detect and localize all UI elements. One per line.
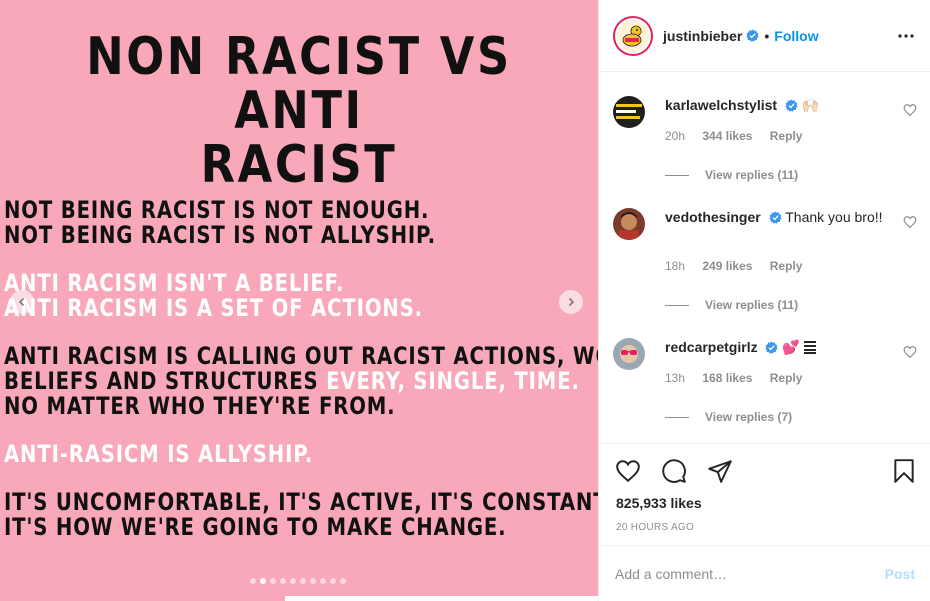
image-paragraph-4: ANTI-RASICM IS ALLYSHIP.: [4, 442, 496, 467]
carousel-prev-button[interactable]: [10, 290, 34, 314]
post-timestamp[interactable]: 20 HOURS AGO: [616, 522, 694, 533]
bookmark-save-icon[interactable]: [891, 458, 917, 484]
chevron-right-icon: [568, 297, 575, 307]
avatar-in-defense-icon: [613, 96, 645, 128]
post-actions: 825,933 likes 20 HOURS AGO: [599, 443, 930, 545]
comment-text: 🙌🏻: [801, 97, 820, 113]
commenter-username[interactable]: karlawelchstylist: [665, 97, 777, 113]
image-paragraph-3: ANTI RACISM IS CALLING OUT RACIST ACTION…: [4, 342, 598, 420]
more-options-icon: [898, 34, 914, 38]
bars-emoji-icon: [803, 341, 816, 354]
avatar-photo-icon: [613, 208, 645, 240]
carousel-dot: [300, 578, 306, 584]
image-line: NO MATTER WHO THEY'RE FROM.: [4, 392, 396, 420]
image-line: ANTI RACISM ISN'T A BELIEF.: [4, 269, 345, 297]
commenter-avatar[interactable]: [613, 338, 645, 370]
verified-badge-icon: [769, 211, 782, 224]
image-title: NON RACIST VS ANTI RACIST: [42, 30, 556, 192]
like-heart-icon[interactable]: [615, 458, 641, 484]
chevron-left-icon: [18, 297, 25, 307]
image-line: ANTI RACISM IS CALLING OUT RACIST ACTION…: [4, 342, 598, 370]
carousel-dot: [310, 578, 316, 584]
view-replies-label: View replies (7): [705, 410, 793, 424]
comment-time: 18h: [665, 259, 686, 273]
image-line-dark: BELIEFS AND STRUCTURES: [4, 367, 327, 395]
post-comment-button[interactable]: Post: [885, 566, 915, 582]
view-replies-label: View replies (11): [705, 168, 799, 182]
carousel-dots: [250, 578, 346, 584]
image-line: IT'S UNCOMFORTABLE, IT'S ACTIVE, IT'S CO…: [4, 488, 598, 516]
image-line: NOT BEING RACIST IS NOT ENOUGH.: [4, 196, 430, 224]
comment-likes[interactable]: 344 likes: [702, 129, 752, 143]
view-replies-label: View replies (11): [705, 298, 799, 312]
carousel-dot: [280, 578, 286, 584]
duck-logo-icon: [622, 25, 644, 46]
image-paragraph-2: ANTI RACISM ISN'T A BELIEF. ANTI RACISM …: [4, 271, 496, 321]
comment-reply-button[interactable]: Reply: [770, 259, 803, 273]
image-line: ANTI-RASICM IS ALLYSHIP.: [4, 440, 314, 468]
verified-badge-icon: [785, 99, 798, 112]
comment-likes[interactable]: 249 likes: [702, 259, 752, 273]
carousel-dot: [250, 578, 256, 584]
comment-reply-button[interactable]: Reply: [770, 371, 803, 385]
carousel-next-button[interactable]: [559, 290, 583, 314]
image-title-line-2: RACIST: [200, 135, 398, 195]
image-title-line-1: NON RACIST VS ANTI: [86, 27, 512, 141]
commenter-username[interactable]: redcarpetgirlz: [665, 339, 758, 355]
share-paper-plane-icon[interactable]: [707, 458, 733, 484]
likes-count[interactable]: 825,933 likes: [616, 495, 702, 511]
image-bottom-strip: [0, 596, 598, 601]
avatar-photo-icon: [613, 338, 645, 370]
carousel-dot: [320, 578, 326, 584]
view-replies-button[interactable]: View replies (11): [665, 298, 798, 312]
like-comment-heart-icon[interactable]: [903, 345, 917, 359]
add-comment-input[interactable]: [615, 565, 885, 582]
comment-text: 💕: [782, 339, 800, 355]
comments-list: karlawelchstylist 🙌🏻 20h 344 likes Reply…: [599, 72, 930, 442]
comment-time: 13h: [665, 371, 686, 385]
more-options-button[interactable]: [898, 26, 914, 46]
comment-bubble-icon[interactable]: [661, 458, 687, 484]
image-text-body: NOT BEING RACIST IS NOT ENOUGH. NOT BEIN…: [4, 198, 598, 563]
follow-button[interactable]: Follow: [774, 28, 818, 44]
image-line: NOT BEING RACIST IS NOT ALLYSHIP.: [4, 221, 436, 249]
add-comment-bar: Post: [599, 545, 930, 601]
like-comment-heart-icon[interactable]: [903, 103, 917, 117]
author-avatar[interactable]: [613, 15, 653, 56]
header-separator: •: [764, 27, 770, 44]
view-replies-button[interactable]: View replies (11): [665, 168, 798, 182]
carousel-dot: [270, 578, 276, 584]
image-paragraph-1: NOT BEING RACIST IS NOT ENOUGH. NOT BEIN…: [4, 198, 496, 248]
verified-badge-icon: [765, 341, 779, 354]
commenter-avatar[interactable]: [613, 96, 645, 128]
comment-likes[interactable]: 168 likes: [702, 371, 752, 385]
image-line-white: EVERY, SINGLE, TIME.: [326, 367, 580, 395]
post-image[interactable]: NON RACIST VS ANTI RACIST NOT BEING RACI…: [0, 0, 598, 601]
commenter-username[interactable]: vedothesinger: [665, 209, 761, 225]
post-sidebar: justinbieber • Follow karlawelchstylist …: [598, 0, 930, 601]
comment-reply-button[interactable]: Reply: [770, 129, 803, 143]
carousel-dot: [330, 578, 336, 584]
like-comment-heart-icon[interactable]: [903, 215, 917, 229]
image-paragraph-5: IT'S UNCOMFORTABLE, IT'S ACTIVE, IT'S CO…: [4, 488, 598, 541]
verified-badge-icon: [746, 29, 759, 42]
comment-time: 20h: [665, 129, 686, 143]
image-line: ANTI RACISM IS A SET OF ACTIONS.: [4, 294, 423, 322]
carousel-dot: [340, 578, 346, 584]
author-username[interactable]: justinbieber: [663, 28, 742, 44]
commenter-avatar[interactable]: [613, 208, 645, 240]
view-replies-button[interactable]: View replies (7): [665, 410, 792, 424]
comment-text: Thank you bro!!: [785, 209, 883, 225]
image-line: IT'S HOW WE'RE GOING TO MAKE CHANGE.: [4, 513, 507, 541]
image-line-mixed: BELIEFS AND STRUCTURES EVERY, SINGLE, TI…: [4, 367, 579, 395]
carousel-dot: [290, 578, 296, 584]
post-header: justinbieber • Follow: [599, 0, 930, 72]
carousel-dot: [260, 578, 266, 584]
